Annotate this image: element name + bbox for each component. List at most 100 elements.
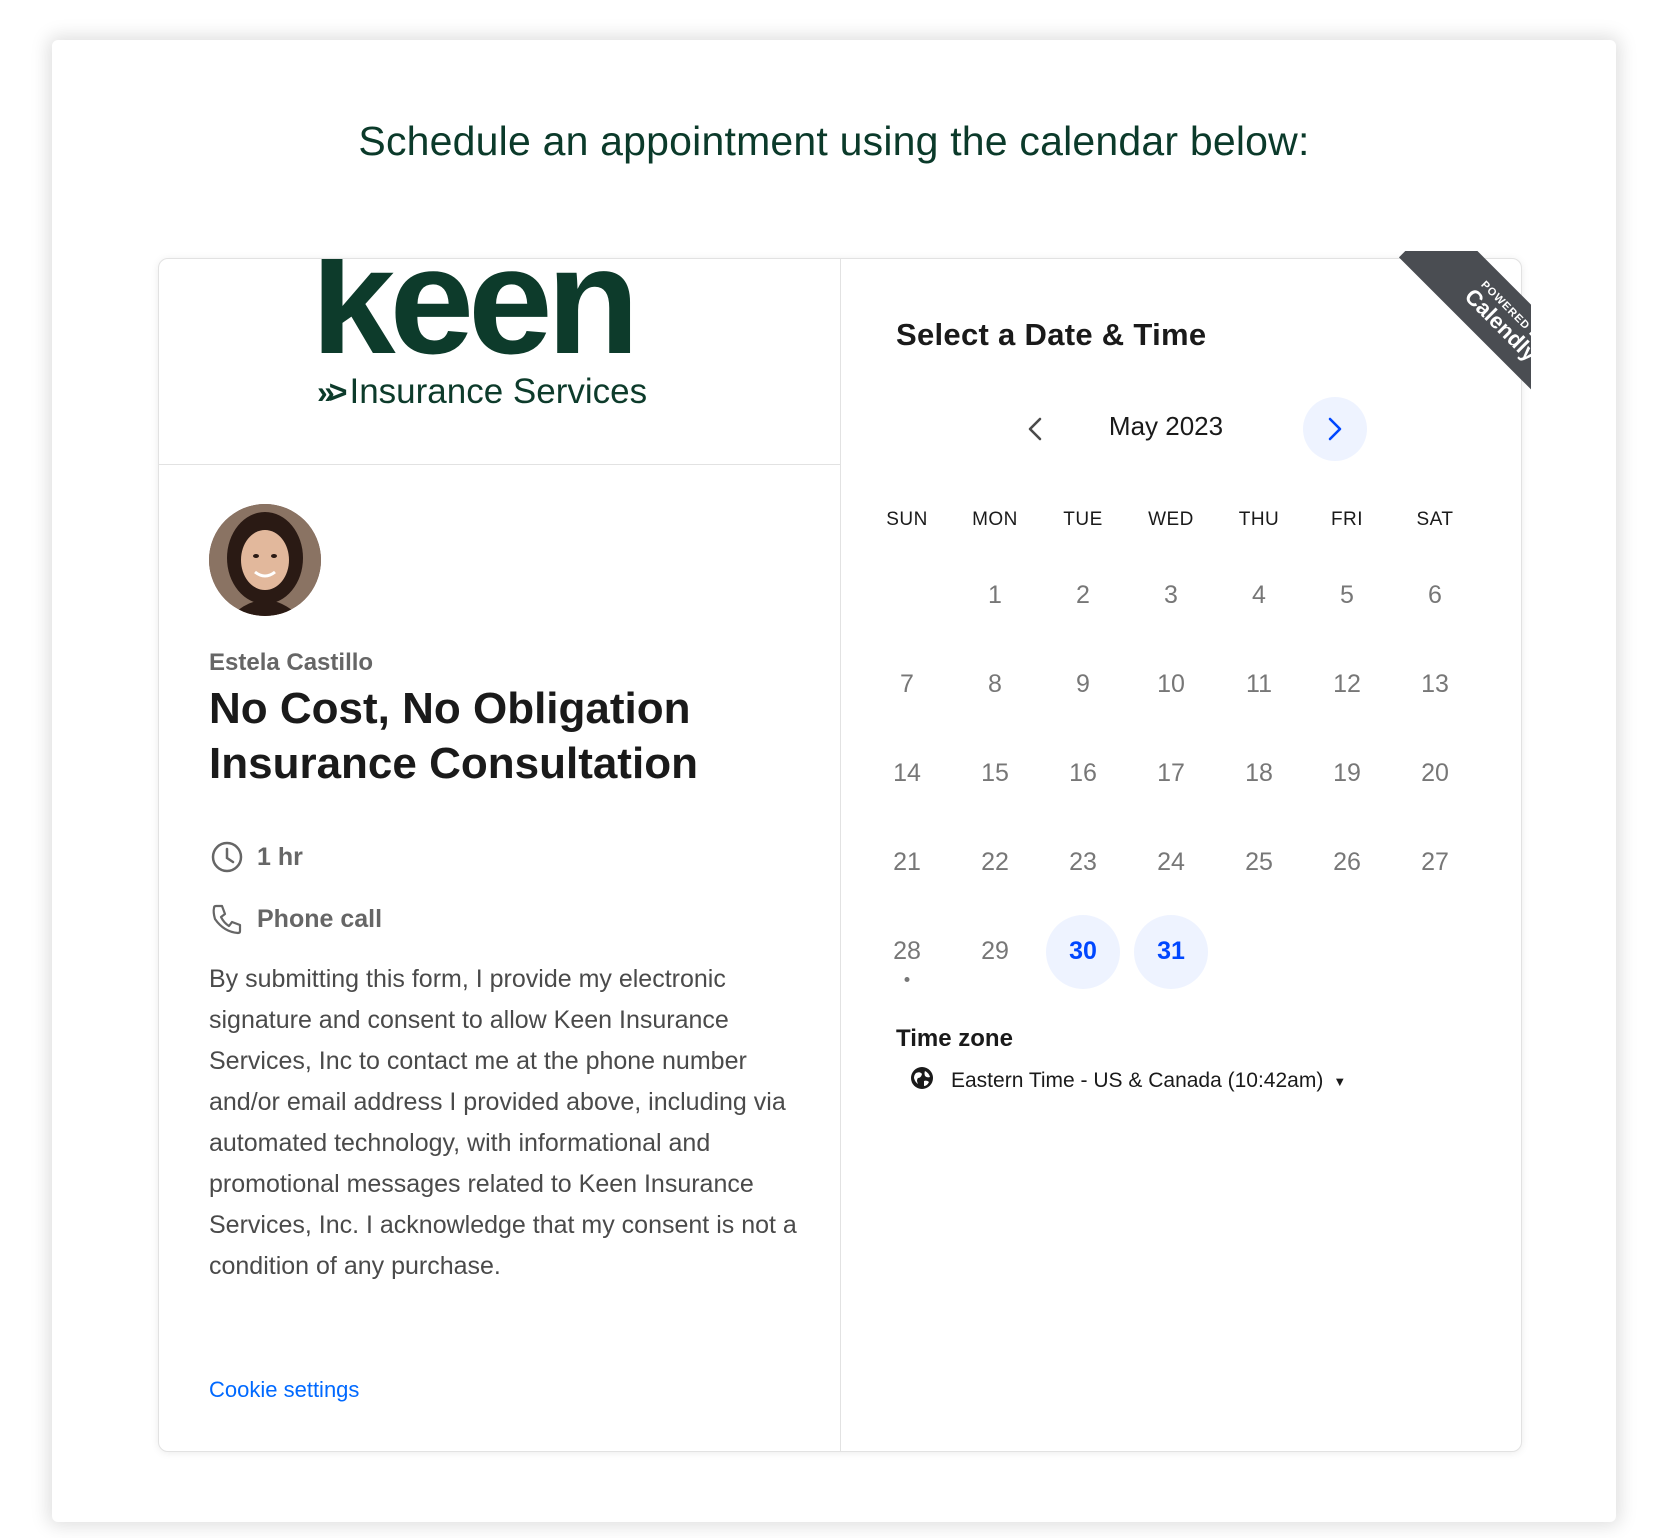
caret-down-icon: ▼ [1333,1073,1347,1089]
event-title: No Cost, No Obligation Insurance Consult… [209,684,698,788]
outer-card: Schedule an appointment using the calend… [52,40,1616,1522]
day-number: 15 [981,759,1009,787]
day-number: 8 [988,670,1002,698]
day-number: 7 [900,670,914,698]
phone-icon [209,901,245,937]
day-number: 11 [1246,670,1272,698]
event-duration: 1 hr [209,839,303,875]
day-number: 14 [893,759,921,787]
day-number: 19 [1333,759,1361,787]
calendar-day-21: 21 [863,818,951,907]
calendar-day-6: 6 [1391,551,1479,640]
timezone-label: Time zone [896,1025,1013,1052]
weekday-sat: SAT [1416,509,1454,530]
day-number: 21 [893,848,921,876]
today-indicator-dot [904,977,910,982]
calendar-day-1: 1 [951,551,1039,640]
available-day-button[interactable]: 31 [1134,914,1208,989]
event-location: Phone call [209,901,382,937]
calendar-day-27: 27 [1391,818,1479,907]
logo-chevrons: »> [317,373,348,410]
day-number: 27 [1421,848,1449,876]
event-details-pane: keen »> Insurance Services Estela Castil… [159,259,841,1451]
company-logo: keen »> Insurance Services [159,259,840,465]
calendar-day-7: 7 [863,640,951,729]
calendar-day-30[interactable]: 30 [1039,907,1127,996]
page-heading: Schedule an appointment using the calend… [358,118,1310,164]
day-number: 5 [1340,581,1354,609]
logo-wordmark: keen [311,259,639,386]
calendar-day-19: 19 [1303,729,1391,818]
calendar-day-23: 23 [1039,818,1127,907]
available-day-button[interactable]: 30 [1046,914,1120,989]
calendar-day-3: 3 [1127,551,1215,640]
calendar-day-31[interactable]: 31 [1127,907,1215,996]
calendar-day-16: 16 [1039,729,1127,818]
host-avatar-wrap [209,504,321,616]
day-number: 26 [1333,848,1361,876]
calendar-day-22: 22 [951,818,1039,907]
day-number: 29 [981,937,1009,965]
next-month-button[interactable] [1303,397,1367,461]
calendar-day-28: 28 [863,907,951,996]
day-number: 16 [1069,759,1097,787]
calendar-day-17: 17 [1127,729,1215,818]
timezone-value: Eastern Time - US & Canada (10:42am) [951,1069,1324,1092]
consent-text: By submitting this form, I provide my el… [209,965,797,1280]
calendar-day-11: 11 [1215,640,1303,729]
clock-icon [209,839,245,875]
day-number: 6 [1428,581,1442,609]
day-number: 20 [1421,759,1449,787]
day-number: 28 [893,937,921,965]
location-label: Phone call [257,904,383,933]
weekday-mon: MON [972,509,1018,530]
day-number: 23 [1069,848,1097,876]
day-number: 17 [1157,759,1185,787]
calendar-day-29: 29 [951,907,1039,996]
select-date-time-title: Select a Date & Time [896,317,1207,352]
date-time-pane: POWERED BY Calendly Select a Date & Time… [841,251,1531,1451]
host-name: Estela Castillo [209,649,374,676]
calendar-day-10: 10 [1127,640,1215,729]
scheduling-widget: keen »> Insurance Services Estela Castil… [158,251,1531,1452]
calendar-day-12: 12 [1303,640,1391,729]
day-number: 1 [988,581,1002,609]
day-number: 24 [1157,848,1185,876]
weekday-header-row: SUN MON TUE WED THU FRI SAT [863,509,1483,531]
calendar-day-14: 14 [863,729,951,818]
calendar-day-20: 20 [1391,729,1479,818]
weekday-wed: WED [1148,509,1194,530]
month-label: May 2023 [1108,411,1224,441]
timezone-select[interactable]: Eastern Time - US & Canada (10:42am) ▼ [909,1065,1346,1097]
day-number: 4 [1252,581,1266,609]
day-number: 25 [1245,848,1273,876]
weekday-fri: FRI [1330,509,1364,530]
day-number: 13 [1421,670,1449,698]
calendar-day-2: 2 [1039,551,1127,640]
calendar-day-8: 8 [951,640,1039,729]
day-number: 18 [1245,759,1273,787]
day-number: 22 [981,848,1009,876]
day-number: 10 [1157,670,1185,698]
day-number: 3 [1164,581,1178,609]
person-avatar [209,504,321,616]
weekday-sun: SUN [886,509,928,530]
calendar-blank-cell [863,551,951,640]
duration-label: 1 hr [257,842,303,871]
calendar-day-5: 5 [1303,551,1391,640]
month-navigation: May 2023 [841,397,1523,461]
chevron-right-icon [1328,417,1342,441]
globe-icon [909,1065,935,1097]
day-number: 9 [1076,670,1090,698]
day-number: 12 [1333,670,1361,698]
weekday-thu: THU [1238,509,1280,530]
logo-subtitle: »> Insurance Services [317,372,647,412]
calendar-day-25: 25 [1215,818,1303,907]
cookie-settings-link[interactable]: Cookie settings [209,1377,359,1403]
calendar-day-24: 24 [1127,818,1215,907]
calendar-day-9: 9 [1039,640,1127,729]
calendar-day-18: 18 [1215,729,1303,818]
logo-subtitle-text: Insurance Services [349,372,648,411]
day-number: 2 [1076,581,1090,609]
calendar-days-grid: 1 2 3 4 5 6 7 8 9 10 11 12 13 14 15 16 17 18 19 20 21 22 23 24 2… [863,551,1483,996]
